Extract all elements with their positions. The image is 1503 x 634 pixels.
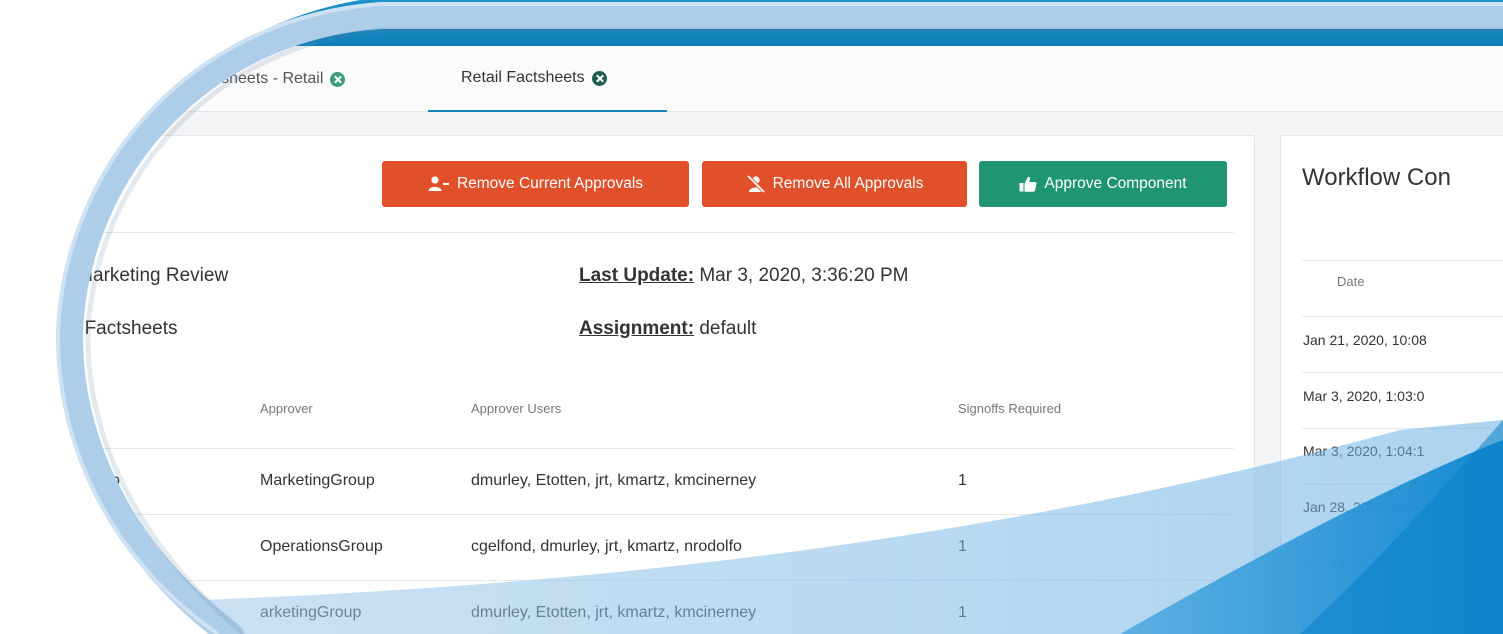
workflow-date: Jan 28, 2020, 5:26 [1303, 555, 1419, 571]
tab-label: Retail Factsheets [461, 69, 585, 86]
last-update-field: Last Update: Mar 3, 2020, 3:36:20 PM [579, 265, 908, 287]
workflow-date: Mar 3, 2020, 1:04:1 [1303, 443, 1425, 459]
row-divider [41, 448, 1234, 449]
status-label: s: [55, 265, 72, 286]
workflow-panel: Workflow Con Date Jan 21, 2020, 10:08 Ma… [1280, 135, 1503, 634]
table-cell-users: cgelfond, dmurley, jrt, kmartz, nrodolfo [471, 538, 742, 555]
workflow-date: Jan 21, 2020, 10:08 [1303, 332, 1427, 348]
status-value: Marketing Review [71, 265, 229, 286]
table-cell-approver: arketingGroup [260, 604, 362, 621]
tab-label: Factsheets - Retail [190, 70, 324, 87]
top-header-bar [0, 0, 1503, 46]
table-cell-users: dmurley, Etotten, jrt, kmartz, kmcinerne… [471, 472, 757, 489]
remove-all-users-icon [746, 175, 765, 193]
divider [1302, 260, 1503, 261]
assignment-label: Assignment: [579, 318, 695, 339]
close-icon[interactable] [330, 71, 346, 87]
table-cell-signoffs: 1 [958, 538, 967, 555]
row-divider [1302, 428, 1503, 429]
thumbs-up-icon [1019, 176, 1037, 192]
table-cell-group: p [111, 472, 120, 489]
tab-factsheets-retail[interactable]: Factsheets - Retail [190, 46, 346, 112]
button-label: Remove Current Approvals [456, 175, 644, 192]
app-screen: Factsheets - Retail Retail Factsheets Re… [0, 0, 1503, 634]
table-cell-signoffs: 1 [958, 472, 967, 489]
workflow-title: Workflow Con [1302, 164, 1451, 191]
column-header-signoffs[interactable]: Signoffs Required [958, 401, 1061, 416]
column-header-date[interactable]: Date [1337, 274, 1364, 289]
table-cell-signoffs: 1 [958, 604, 967, 621]
workflow-date: Mar 3, 2020, 1:03:0 [1303, 388, 1425, 404]
component-name: tail Factsheets [55, 318, 178, 339]
status-field: s: Marketing Review [55, 265, 228, 287]
last-update-value: Mar 3, 2020, 3:36:20 PM [694, 265, 909, 286]
assignment-value: default [694, 318, 757, 339]
close-icon[interactable] [591, 70, 607, 86]
column-header-approver-users[interactable]: Approver Users [471, 401, 561, 416]
row-divider [1302, 316, 1503, 317]
divider [41, 232, 1234, 233]
component-panel: Remove Current Approvals Remove All Appr… [40, 135, 1255, 634]
table-cell-approver: OperationsGroup [260, 538, 383, 555]
table-cell-users: dmurley, Etotten, jrt, kmartz, kmcinerne… [471, 604, 757, 621]
row-divider [1302, 372, 1503, 373]
tab-bar: Factsheets - Retail Retail Factsheets [0, 46, 1503, 112]
row-divider [41, 580, 1234, 581]
row-divider [1302, 540, 1503, 541]
approve-component-button[interactable]: Approve Component [979, 161, 1227, 207]
workflow-date: Jan 28, 2020, 5:26 [1303, 499, 1419, 515]
row-divider [1302, 484, 1503, 485]
last-update-label: Last Update: [579, 265, 695, 286]
tab-retail-factsheets[interactable]: Retail Factsheets [428, 46, 667, 112]
button-label: Approve Component [1044, 175, 1187, 192]
remove-current-approvals-button[interactable]: Remove Current Approvals [382, 161, 689, 207]
button-label: Remove All Approvals [772, 175, 924, 192]
assignment-field: Assignment: default [579, 318, 756, 340]
row-divider [41, 514, 1234, 515]
remove-user-icon [428, 176, 449, 191]
column-header-approver[interactable]: Approver [260, 401, 313, 416]
table-cell-approver: MarketingGroup [260, 472, 375, 489]
remove-all-approvals-button[interactable]: Remove All Approvals [702, 161, 967, 207]
